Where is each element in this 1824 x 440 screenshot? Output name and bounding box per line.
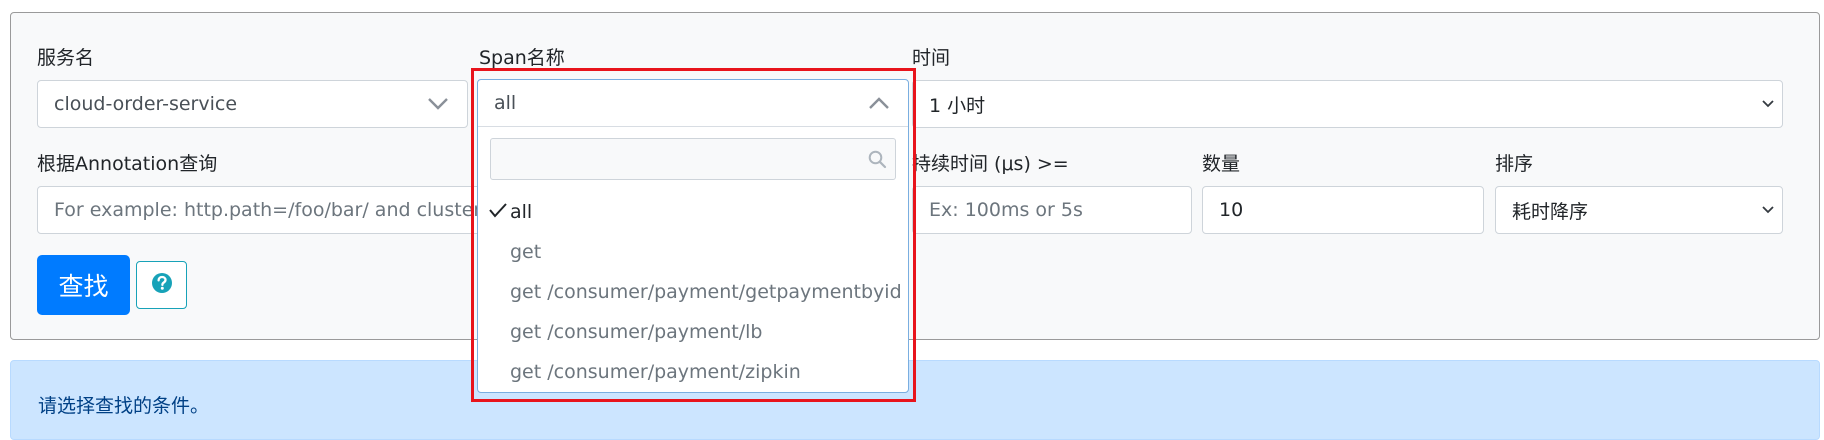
span-name-value: all xyxy=(494,92,517,114)
help-button[interactable] xyxy=(136,261,187,309)
annotation-input[interactable]: For example: http.path=/foo/bar/ and clu… xyxy=(37,186,482,234)
service-value: cloud-order-service xyxy=(54,93,238,115)
sort-select[interactable]: 耗时降序 xyxy=(1495,186,1783,234)
duration-label: 持续时间 (μs) >= xyxy=(912,153,1069,175)
annotation-label: 根据Annotation查询 xyxy=(37,153,218,175)
dropdown-option-label: get /consumer/payment/getpaymentbyid xyxy=(510,281,902,303)
count-label: 数量 xyxy=(1202,153,1241,175)
span-name-label: Span名称 xyxy=(479,47,565,69)
dropdown-option[interactable]: get /consumer/payment/getpaymentbyid xyxy=(478,273,908,311)
dropdown-search-input[interactable] xyxy=(490,138,896,180)
time-value: 1 小时 xyxy=(929,94,986,117)
dropdown-option[interactable]: get /consumer/payment/lb xyxy=(478,313,908,351)
service-select[interactable]: cloud-order-service xyxy=(37,80,468,128)
check-icon xyxy=(488,201,508,223)
dropdown-option[interactable]: get xyxy=(478,233,908,271)
annotation-placeholder: For example: http.path=/foo/bar/ and clu… xyxy=(54,199,482,221)
sort-label: 排序 xyxy=(1495,153,1534,175)
dropdown-option-all[interactable]: all xyxy=(478,193,908,231)
chevron-down-icon xyxy=(1762,100,1774,108)
search-icon xyxy=(868,150,887,173)
time-label: 时间 xyxy=(912,47,951,69)
dropdown-option-label: get /consumer/payment/zipkin xyxy=(510,361,801,383)
sort-value: 耗时降序 xyxy=(1512,200,1589,223)
duration-placeholder: Ex: 100ms or 5s xyxy=(929,199,1083,221)
count-input[interactable]: 10 xyxy=(1202,186,1484,234)
dropdown-option-label: get /consumer/payment/lb xyxy=(510,321,763,343)
service-label: 服务名 xyxy=(37,47,95,69)
chevron-up-icon xyxy=(868,96,890,110)
duration-input[interactable]: Ex: 100ms or 5s xyxy=(912,186,1192,234)
dropdown-option-label: all xyxy=(510,201,533,223)
span-name-select[interactable]: all xyxy=(478,80,908,127)
chevron-down-icon xyxy=(1762,206,1774,214)
search-panel: 服务名 cloud-order-service Span名称 时间 1 小时 根… xyxy=(10,12,1820,340)
span-name-dropdown: all all get get /consumer/payment/getpay… xyxy=(477,79,909,393)
time-select[interactable]: 1 小时 xyxy=(912,80,1783,128)
alert-message: 请选择查找的条件。 xyxy=(38,395,210,417)
dropdown-option[interactable]: get /consumer/payment/zipkin xyxy=(478,353,908,391)
search-button[interactable]: 查找 xyxy=(37,255,130,315)
question-circle-icon xyxy=(151,272,173,298)
info-alert: 请选择查找的条件。 xyxy=(10,360,1820,440)
chevron-down-icon xyxy=(427,97,449,111)
dropdown-option-label: get xyxy=(510,241,542,263)
count-value: 10 xyxy=(1219,199,1244,221)
